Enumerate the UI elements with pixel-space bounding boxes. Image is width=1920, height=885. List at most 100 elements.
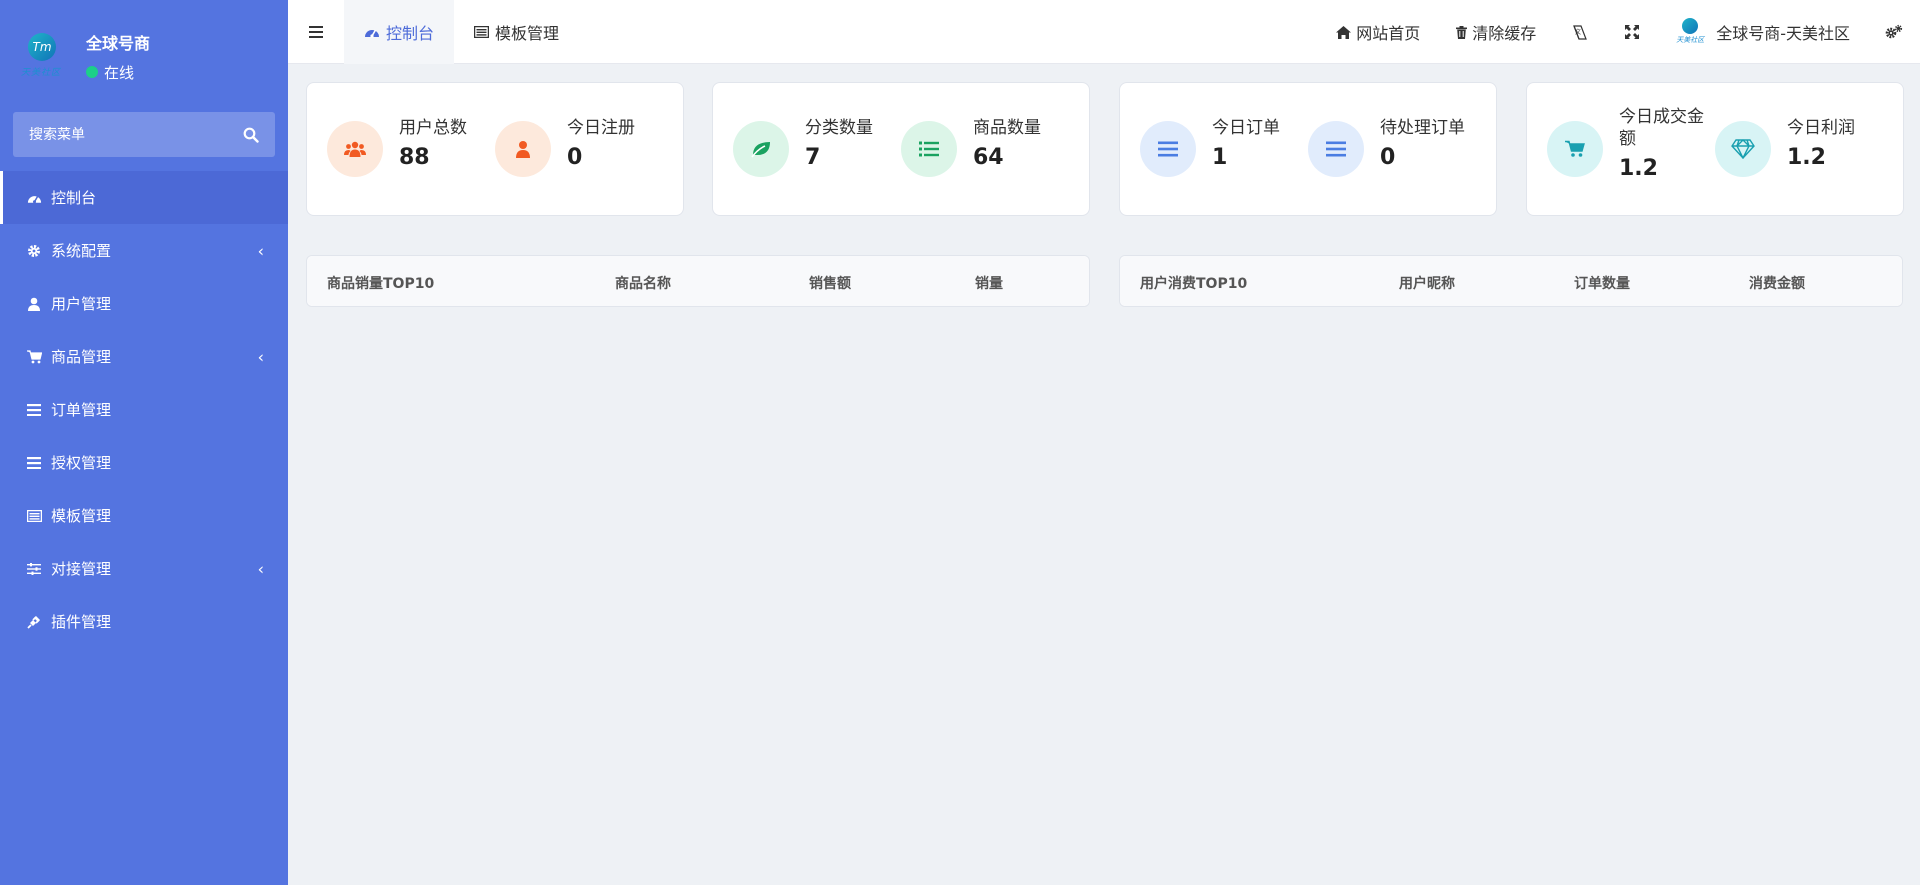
logo: Tm 天美社区 — [14, 29, 68, 83]
users-icon — [327, 121, 383, 177]
home-icon — [1336, 25, 1352, 39]
sidebar-item-orders[interactable]: 订单管理 — [0, 383, 288, 436]
cart-icon — [1547, 121, 1603, 177]
sidebar-item-label: 控制台 — [51, 189, 97, 207]
sidebar-item-label: 模板管理 — [51, 507, 112, 525]
stat-value: 1.2 — [1787, 145, 1826, 170]
products-top10-table: 商品销量TOP10 商品名称 销售额 销量 — [306, 255, 1090, 307]
sidebar-item-label: 系统配置 — [51, 242, 112, 260]
dashboard-icon — [364, 25, 380, 39]
menu-toggle-icon[interactable] — [288, 0, 344, 64]
stat-value: 0 — [567, 145, 583, 170]
site-home-label: 网站首页 — [1356, 24, 1421, 43]
list-icon — [26, 455, 42, 471]
stat-value: 7 — [805, 145, 821, 170]
list-icon — [26, 402, 42, 418]
stat-label: 商品数量 — [973, 118, 1041, 138]
top-header: 控制台 模板管理 网站首页 清除缓存 文 天美社区 全球号商-天美社区 — [288, 0, 1920, 64]
sidebar-item-system-config[interactable]: 系统配置 ‹ — [0, 224, 288, 277]
stat-products: 商品数量 64 — [901, 118, 1069, 177]
column-header: 用户昵称 — [1399, 276, 1455, 292]
stat-total-users: 用户总数 88 — [327, 118, 495, 177]
status-label: 在线 — [104, 63, 135, 82]
stat-today-sales: 今日成交金额 1.2 — [1547, 107, 1715, 181]
stat-label: 今日注册 — [567, 118, 635, 138]
sidebar-item-label: 授权管理 — [51, 454, 112, 472]
stat-value: 1 — [1212, 145, 1228, 170]
sidebar-item-plugins[interactable]: 插件管理 — [0, 595, 288, 648]
settings-gears-icon[interactable] — [1868, 0, 1920, 64]
sidebar-menu: 控制台 系统配置 ‹ 用户管理 商品管理 ‹ 订单管理 授权管理 模板管理 对接… — [0, 171, 288, 648]
chevron-left-icon: ‹ — [257, 347, 264, 366]
stat-label: 待处理订单 — [1380, 118, 1465, 138]
clear-cache-button[interactable]: 清除缓存 — [1438, 0, 1554, 64]
stat-today-register: 今日注册 0 — [495, 118, 663, 177]
bars-icon — [1308, 121, 1364, 177]
stat-card-revenue: 今日成交金额 1.2 今日利润 1.2 — [1526, 82, 1904, 216]
sliders-icon — [26, 561, 42, 577]
user-panel: Tm 天美社区 全球号商 在线 — [0, 0, 288, 112]
leaf-icon — [733, 121, 789, 177]
sidebar-item-users[interactable]: 用户管理 — [0, 277, 288, 330]
site-home-link[interactable]: 网站首页 — [1318, 0, 1438, 64]
gear-icon — [26, 243, 42, 259]
plug-icon — [26, 614, 42, 630]
sidebar-item-integration[interactable]: 对接管理 ‹ — [0, 542, 288, 595]
menu-search[interactable] — [13, 112, 275, 157]
column-header: 销售额 — [809, 276, 851, 292]
trash-icon — [1456, 25, 1468, 39]
column-header: 订单数量 — [1574, 276, 1630, 292]
clear-cache-label: 清除缓存 — [1472, 24, 1537, 43]
stat-card-users: 用户总数 88 今日注册 0 — [306, 82, 684, 216]
sidebar-item-products[interactable]: 商品管理 ‹ — [0, 330, 288, 383]
column-header: 商品名称 — [615, 276, 671, 292]
sidebar-item-label: 商品管理 — [51, 348, 112, 366]
stat-value: 64 — [973, 145, 1004, 170]
user-menu[interactable]: 天美社区 全球号商-天美社区 — [1658, 0, 1868, 64]
tab-templates[interactable]: 模板管理 — [454, 0, 579, 64]
stat-pending-orders: 待处理订单 0 — [1308, 118, 1490, 177]
template-icon — [474, 25, 490, 38]
online-dot-icon — [86, 66, 98, 78]
svg-text:文: 文 — [1575, 28, 1581, 36]
stat-label: 分类数量 — [805, 118, 873, 138]
tab-dashboard[interactable]: 控制台 — [344, 0, 455, 64]
template-icon — [26, 508, 42, 524]
stat-categories: 分类数量 7 — [733, 118, 901, 177]
column-header: 商品销量TOP10 — [327, 276, 435, 292]
sidebar-item-dashboard[interactable]: 控制台 — [0, 171, 288, 224]
user-status: 在线 — [86, 62, 150, 83]
stat-today-profit: 今日利润 1.2 — [1715, 118, 1883, 177]
stat-label: 今日成交金额 — [1619, 107, 1704, 149]
stat-card-orders: 今日订单 1 待处理订单 0 — [1119, 82, 1497, 216]
sidebar-item-templates[interactable]: 模板管理 — [0, 489, 288, 542]
sidebar-item-label: 订单管理 — [51, 401, 112, 419]
users-top10-table: 用户消费TOP10 用户昵称 订单数量 消费金额 — [1119, 255, 1903, 307]
column-header: 用户消费TOP10 — [1140, 276, 1248, 292]
user-display-name: 全球号商-天美社区 — [1716, 24, 1850, 43]
stat-label: 今日利润 — [1787, 118, 1855, 138]
user-name: 全球号商 — [86, 33, 151, 53]
stat-value: 1.2 — [1619, 156, 1658, 181]
column-header: 销量 — [975, 276, 1003, 292]
stat-label: 今日订单 — [1212, 118, 1280, 138]
table-header: 用户消费TOP10 用户昵称 订单数量 消费金额 — [1120, 256, 1902, 306]
search-icon[interactable] — [243, 127, 259, 143]
menu-search-input[interactable] — [29, 126, 243, 143]
chevron-left-icon: ‹ — [257, 559, 264, 578]
fullscreen-icon[interactable] — [1606, 0, 1658, 64]
stat-today-orders: 今日订单 1 — [1140, 118, 1308, 177]
stat-value: 0 — [1380, 145, 1396, 170]
tab-label: 模板管理 — [495, 23, 560, 43]
language-icon[interactable]: 文 — [1554, 0, 1606, 64]
sidebar-item-label: 插件管理 — [51, 613, 112, 631]
sidebar-item-label: 对接管理 — [51, 560, 112, 578]
cart-icon — [26, 349, 42, 365]
stat-value: 88 — [399, 145, 430, 170]
bars-icon — [1140, 121, 1196, 177]
sidebar-item-auth[interactable]: 授权管理 — [0, 436, 288, 489]
sidebar-item-label: 用户管理 — [51, 295, 112, 313]
list-icon — [901, 121, 957, 177]
stat-card-catalog: 分类数量 7 商品数量 64 — [712, 82, 1090, 216]
stat-label: 用户总数 — [399, 118, 467, 138]
